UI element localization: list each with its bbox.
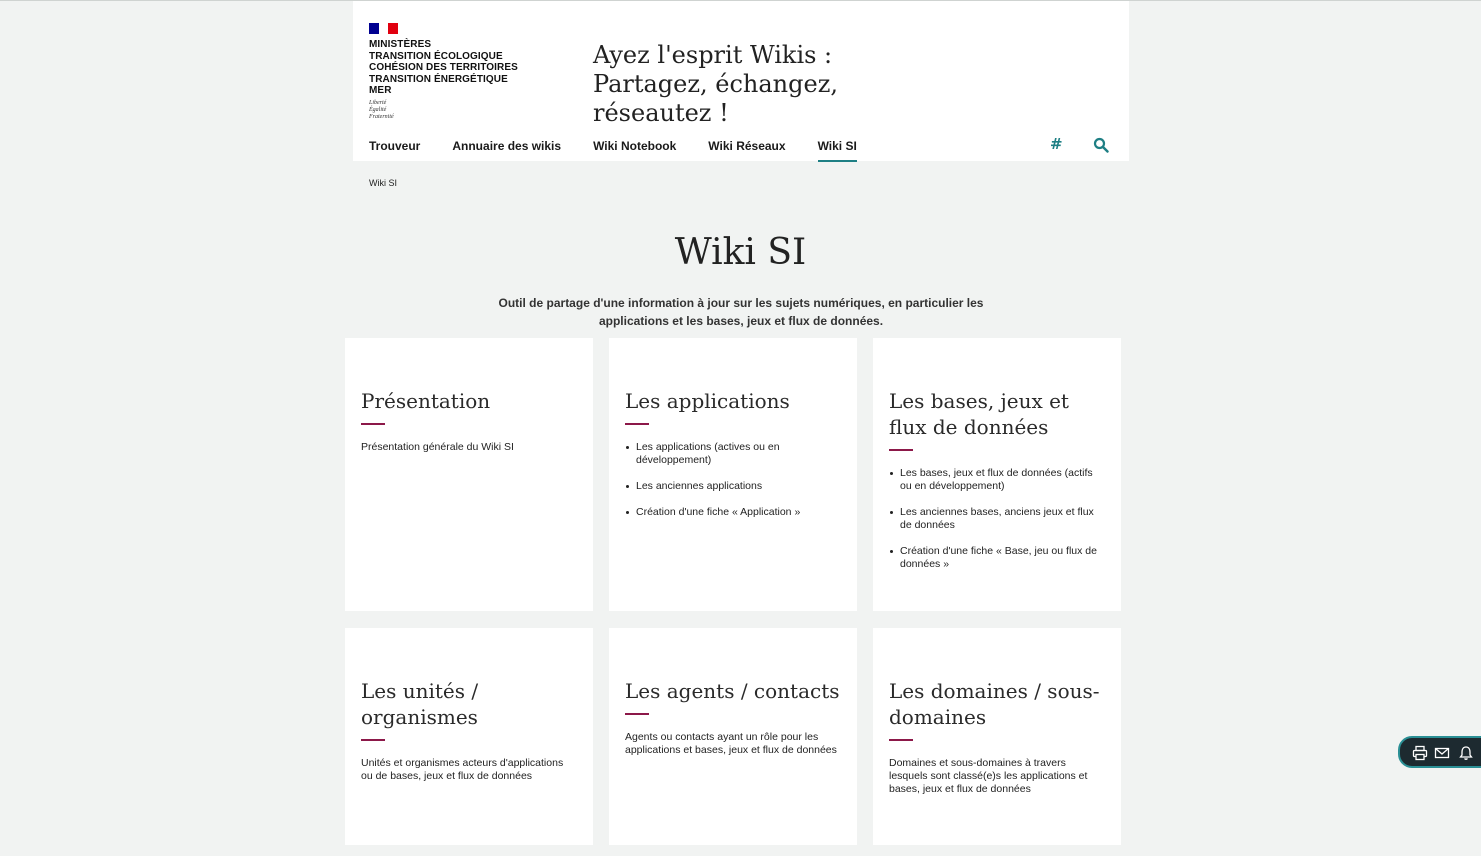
marianne-flag-icon xyxy=(369,23,399,34)
card-presentation[interactable]: Présentation Présentation générale du Wi… xyxy=(345,338,593,611)
republic-motto: Liberté Égalité Fraternité xyxy=(369,100,549,121)
breadcrumb[interactable]: Wiki SI xyxy=(369,178,397,188)
card-description: Unités et organismes acteurs d'applicati… xyxy=(361,757,564,782)
card-title[interactable]: Les applications xyxy=(625,388,841,414)
card-agents-contacts[interactable]: Les agents / contacts Agents ou contacts… xyxy=(609,628,857,845)
motto-line: Liberté xyxy=(369,99,387,106)
ministry-line: Transition écologique xyxy=(369,50,503,62)
card-description: Agents ou contacts ayant un rôle pour le… xyxy=(625,731,837,756)
card-title[interactable]: Les domaines / sous-domaines xyxy=(889,678,1105,730)
card-bases-jeux-flux[interactable]: Les bases, jeux et flux de données Les b… xyxy=(873,338,1121,611)
card-link-list: Les bases, jeux et flux de données (acti… xyxy=(889,467,1105,571)
card-domaines-sous-domaines[interactable]: Les domaines / sous-domaines Domaines et… xyxy=(873,628,1121,845)
title-rule xyxy=(361,423,385,425)
card-link[interactable]: Les applications (actives ou en développ… xyxy=(625,441,841,467)
intro-text: Outil de partage d'une information à jou… xyxy=(498,296,984,328)
nav-item-wiki-notebook[interactable]: Wiki Notebook xyxy=(593,139,676,159)
card-description: Domaines et sous-domaines à travers lesq… xyxy=(889,757,1088,795)
ministry-line: Cohésion des territoires xyxy=(369,62,518,73)
nav-item-trouveur[interactable]: Trouveur xyxy=(369,139,420,159)
card-title[interactable]: Présentation xyxy=(361,388,577,414)
search-icon[interactable] xyxy=(1093,137,1109,153)
site-header: Ministères Transition écologique Cohésio… xyxy=(353,1,1129,162)
card-link[interactable]: Les anciennes applications xyxy=(625,480,841,493)
motto-line: Fraternité xyxy=(369,113,394,120)
site-tagline: Ayez l'esprit Wikis : Partagez, échangez… xyxy=(593,41,838,127)
card-link[interactable]: Création d'une fiche « Base, jeu ou flux… xyxy=(889,545,1105,571)
mail-icon[interactable] xyxy=(1434,745,1450,761)
nav-item-wiki-si[interactable]: Wiki SI xyxy=(817,139,858,162)
card-title[interactable]: Les bases, jeux et flux de données xyxy=(889,388,1105,440)
card-description: Présentation générale du Wiki SI xyxy=(361,441,514,453)
floating-action-bar xyxy=(1398,736,1481,768)
title-rule xyxy=(361,739,385,741)
bell-icon[interactable] xyxy=(1458,745,1474,761)
ministry-logo[interactable]: Ministères Transition écologique Cohésio… xyxy=(369,23,549,121)
hashtag-icon[interactable]: # xyxy=(1050,135,1063,153)
card-link[interactable]: Les bases, jeux et flux de données (acti… xyxy=(889,467,1105,493)
card-title[interactable]: Les unités / organismes xyxy=(361,678,577,730)
card-unites-organismes[interactable]: Les unités / organismes Unités et organi… xyxy=(345,628,593,845)
card-title[interactable]: Les agents / contacts xyxy=(625,678,841,704)
title-rule xyxy=(889,449,913,451)
ministry-line: Transition énergétique xyxy=(369,73,508,85)
print-icon[interactable] xyxy=(1412,745,1428,761)
card-link[interactable]: Les anciennes bases, anciens jeux et flu… xyxy=(889,506,1105,532)
nav-item-wiki-reseaux[interactable]: Wiki Réseaux xyxy=(708,139,785,159)
card-applications[interactable]: Les applications Les applications (activ… xyxy=(609,338,857,611)
main-nav: Trouveur Annuaire des wikis Wiki Noteboo… xyxy=(369,139,889,162)
page-title: Wiki SI xyxy=(674,232,807,273)
title-rule xyxy=(625,423,649,425)
ministry-line: Mer xyxy=(369,85,392,96)
ministry-line: Ministères xyxy=(369,39,432,50)
card-link-list: Les applications (actives ou en développ… xyxy=(625,441,841,519)
ministry-name: Ministères Transition écologique Cohésio… xyxy=(369,39,549,97)
card-link[interactable]: Création d'une fiche « Application » xyxy=(625,506,841,519)
title-rule xyxy=(889,739,913,741)
motto-line: Égalité xyxy=(369,106,387,113)
title-rule xyxy=(625,713,649,715)
nav-item-annuaire-des-wikis[interactable]: Annuaire des wikis xyxy=(452,139,561,159)
